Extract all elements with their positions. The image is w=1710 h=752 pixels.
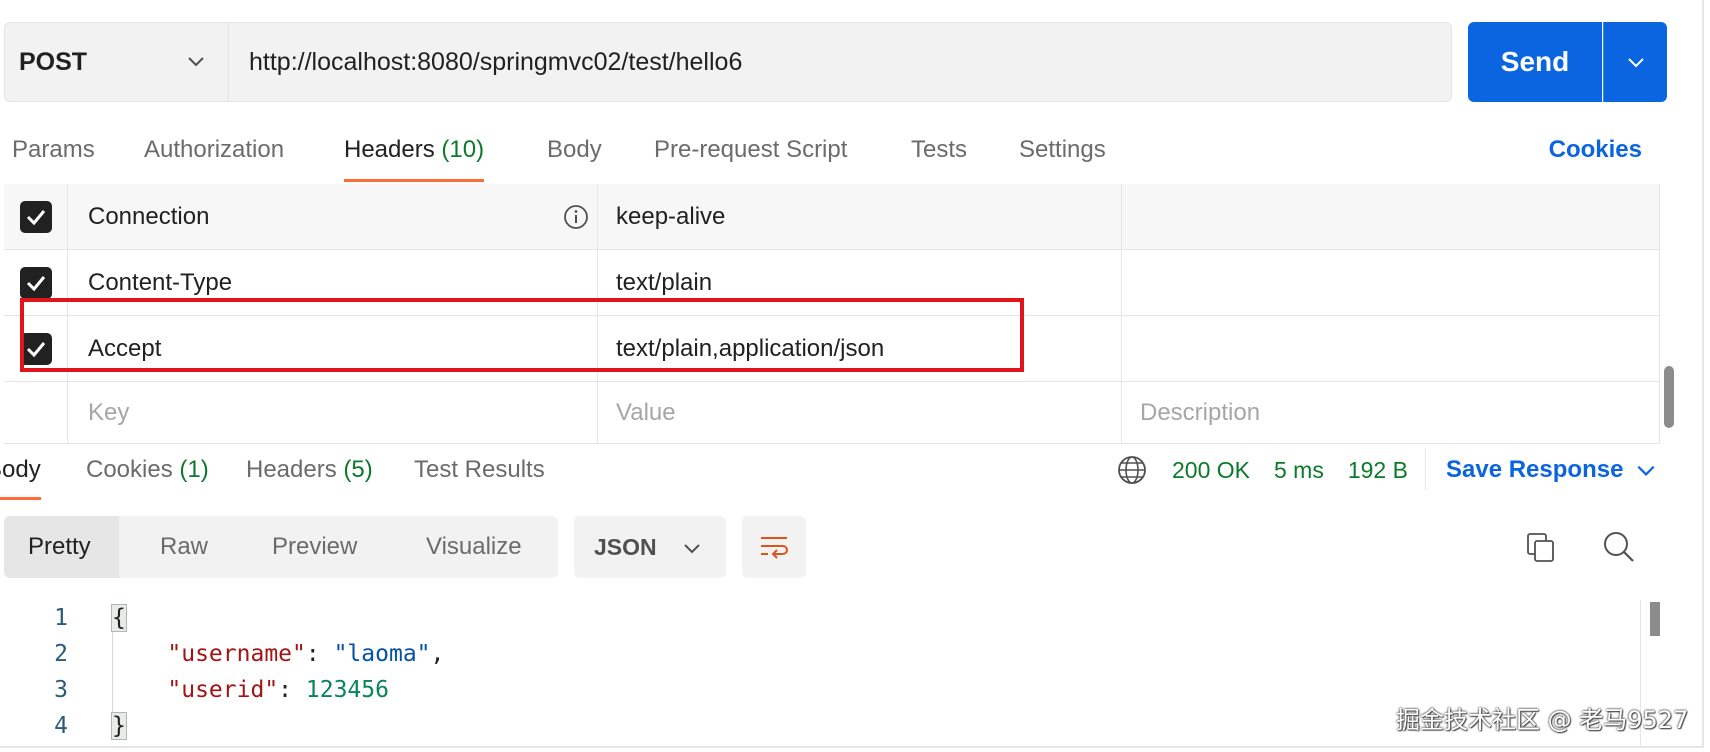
key-input[interactable]: Key <box>68 382 598 444</box>
new-header-row: Key Value Description <box>4 382 1660 444</box>
tab-headers-count: (10) <box>441 136 485 163</box>
line-number: 3 <box>54 677 68 703</box>
view-raw[interactable]: Raw <box>160 516 208 578</box>
view-preview[interactable]: Preview <box>272 516 357 578</box>
tab-response-headers-count: (5) <box>343 456 373 483</box>
tab-headers-label: Headers <box>344 136 435 163</box>
wrap-lines-button[interactable] <box>742 516 806 578</box>
search-icon[interactable] <box>1602 530 1636 564</box>
chevron-down-icon <box>1627 58 1644 68</box>
json-open-brace: { <box>111 604 127 632</box>
request-tabs: Params Authorization Headers (10) Body P… <box>0 132 1702 182</box>
chevron-down-icon <box>1637 465 1655 476</box>
view-mode-toggle: Pretty Raw Preview Visualize <box>4 516 558 578</box>
tab-response-body[interactable]: Body <box>0 452 41 500</box>
code-line: 2 "username": "laoma", <box>4 636 1640 672</box>
tab-response-headers-label: Headers <box>246 456 337 483</box>
headers-scrollbar[interactable] <box>1664 366 1674 428</box>
tab-response-headers[interactable]: Headers (5) <box>246 452 373 500</box>
row-checkbox[interactable] <box>19 267 52 299</box>
tab-prerequest-script[interactable]: Pre-request Script <box>654 132 847 182</box>
status-code[interactable]: 200 OK <box>1172 457 1250 484</box>
view-visualize[interactable]: Visualize <box>426 516 522 578</box>
json-number-value: 123456 <box>305 677 389 703</box>
line-number: 4 <box>54 713 68 739</box>
value-cell[interactable]: keep-alive <box>598 184 1122 250</box>
code-line: 4 } <box>4 708 1640 744</box>
json-close-brace: } <box>111 712 127 740</box>
description-cell[interactable] <box>1122 184 1660 250</box>
send-options-button[interactable] <box>1603 22 1667 102</box>
line-number: 1 <box>54 605 68 631</box>
tab-test-results[interactable]: Test Results <box>414 452 545 500</box>
description-input[interactable]: Description <box>1122 382 1660 444</box>
code-text: "userid": 123456 <box>167 677 389 703</box>
header-key: Content-Type <box>88 269 233 296</box>
code-text: "username": "laoma", <box>167 641 445 667</box>
description-cell[interactable] <box>1122 250 1660 316</box>
send-button[interactable]: Send <box>1468 22 1602 102</box>
editor-scrollbar[interactable] <box>1650 602 1660 636</box>
row-check-cell <box>4 382 68 444</box>
method-select[interactable]: POST <box>4 22 228 102</box>
check-icon <box>26 276 45 292</box>
header-value: keep-alive <box>616 203 726 230</box>
postman-window: POST http://localhost:8080/springmvc02/t… <box>0 0 1704 748</box>
row-checkbox[interactable] <box>19 201 52 233</box>
table-row: Connection keep-alive <box>4 184 1660 250</box>
tab-response-cookies[interactable]: Cookies (1) <box>86 452 209 500</box>
json-key: "username" <box>167 641 306 667</box>
copy-icon[interactable] <box>1526 532 1556 564</box>
key-cell[interactable]: Connection <box>68 184 598 250</box>
url-text: http://localhost:8080/springmvc02/test/h… <box>249 47 743 76</box>
format-select[interactable]: JSON <box>574 516 726 578</box>
save-response-label: Save Response <box>1446 456 1624 483</box>
line-number: 2 <box>54 641 68 667</box>
code-text: } <box>111 708 127 744</box>
code-line: 1 { <box>4 600 1640 636</box>
header-value: text/plain <box>616 269 713 296</box>
format-label: JSON <box>594 533 657 560</box>
method-label: POST <box>19 47 88 76</box>
response-time[interactable]: 5 ms <box>1274 457 1324 484</box>
view-pretty[interactable]: Pretty <box>4 516 119 578</box>
response-meta: 200 OK 5 ms 192 B <box>1116 452 1408 488</box>
json-string-value: "laoma" <box>333 641 431 667</box>
save-response-button[interactable]: Save Response <box>1446 452 1657 488</box>
info-icon[interactable] <box>563 204 589 230</box>
cookies-link[interactable]: Cookies <box>1549 132 1642 168</box>
tab-tests[interactable]: Tests <box>911 132 967 182</box>
annotation-highlight-box <box>20 298 1024 372</box>
globe-icon[interactable] <box>1116 454 1148 486</box>
description-cell[interactable] <box>1122 316 1660 382</box>
url-input[interactable]: http://localhost:8080/springmvc02/test/h… <box>228 22 1452 102</box>
tab-response-cookies-count: (1) <box>179 456 209 483</box>
tab-settings[interactable]: Settings <box>1019 132 1106 182</box>
tab-params[interactable]: Params <box>12 132 95 182</box>
tab-body[interactable]: Body <box>547 132 602 182</box>
response-body-editor[interactable]: 1 { 2 "username": "laoma", 3 "userid": 1… <box>4 600 1640 746</box>
chevron-down-icon <box>188 57 204 67</box>
header-key: Connection <box>88 203 210 230</box>
code-text: { <box>111 600 127 636</box>
tab-authorization[interactable]: Authorization <box>144 132 284 182</box>
json-key: "userid" <box>167 677 279 703</box>
chevron-down-icon <box>684 544 700 554</box>
response-size[interactable]: 192 B <box>1348 457 1408 484</box>
tab-response-cookies-label: Cookies <box>86 456 173 483</box>
check-icon <box>26 210 45 226</box>
tab-headers[interactable]: Headers (10) <box>344 132 485 182</box>
row-check-cell <box>4 184 68 250</box>
wrap-lines-icon <box>761 537 788 559</box>
watermark: 掘金技术社区 @ 老马9527 <box>1396 706 1689 734</box>
code-line: 3 "userid": 123456 <box>4 672 1640 708</box>
divider <box>1425 448 1426 490</box>
value-input[interactable]: Value <box>598 382 1122 444</box>
